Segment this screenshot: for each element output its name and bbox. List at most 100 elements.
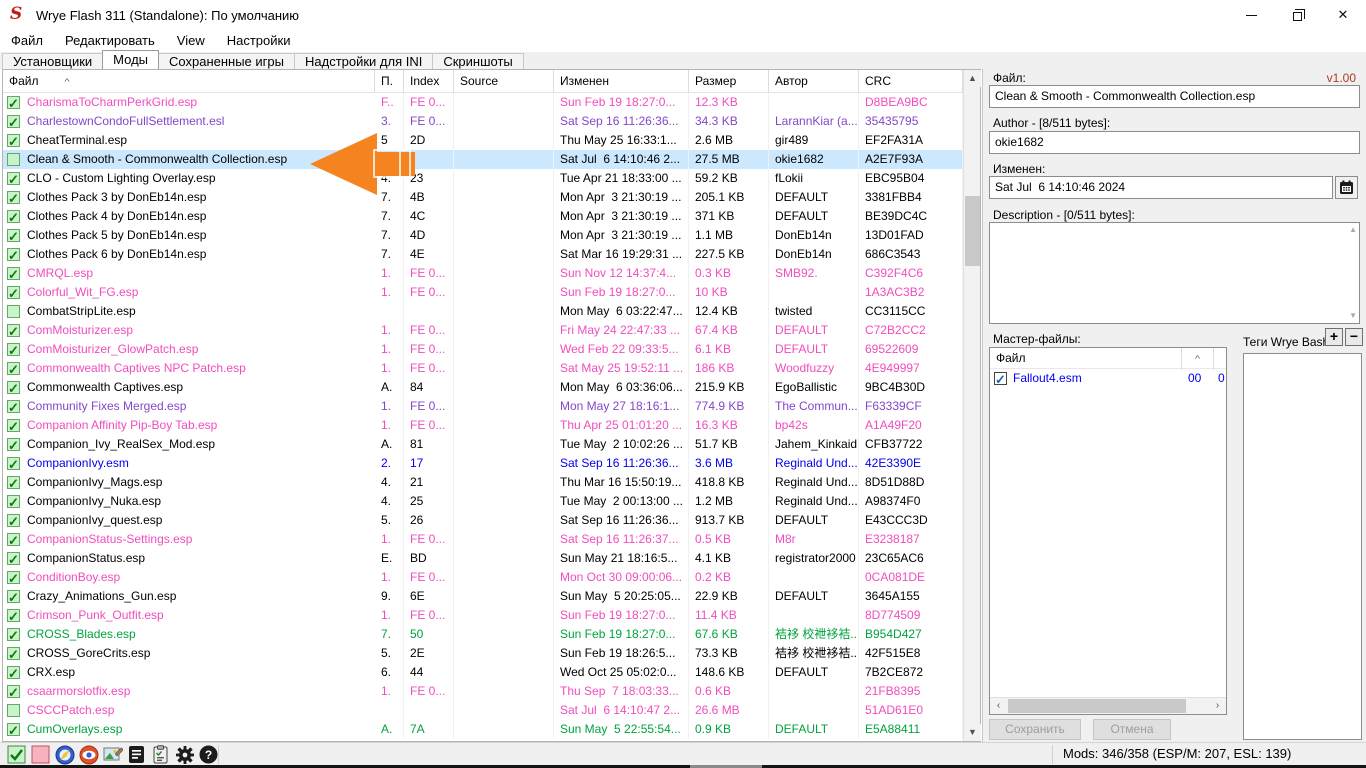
image-edit-icon[interactable] bbox=[102, 744, 123, 765]
mod-row[interactable]: csaarmorslotfix.esp1.FE 0...Thu Sep 7 18… bbox=[3, 682, 963, 701]
mod-checkbox-checked[interactable] bbox=[7, 476, 20, 489]
mod-checkbox-checked[interactable] bbox=[7, 229, 20, 242]
cancel-button[interactable]: Отмена bbox=[1093, 719, 1171, 740]
mod-row[interactable]: Community Fixes Merged.esp1.FE 0...Mon M… bbox=[3, 397, 963, 416]
mod-checkbox-unchecked[interactable] bbox=[7, 704, 20, 717]
tab[interactable]: Моды bbox=[102, 50, 159, 69]
desc-scroll-up-icon[interactable]: ▲ bbox=[1349, 226, 1357, 234]
mod-checkbox-checked[interactable] bbox=[7, 533, 20, 546]
mod-row[interactable]: Crazy_Animations_Gun.esp9.6ESun May 5 20… bbox=[3, 587, 963, 606]
mod-row[interactable]: Clothes Pack 4 by DonEb14n.esp7.4CMon Ap… bbox=[3, 207, 963, 226]
mod-row[interactable]: CRX.esp6.44Wed Oct 25 05:02:0...148.6 KB… bbox=[3, 663, 963, 682]
column-header[interactable]: Файл^ bbox=[3, 70, 375, 92]
scroll-left-arrow[interactable]: ‹ bbox=[990, 698, 1007, 714]
clipboard-icon[interactable] bbox=[150, 744, 171, 765]
mod-row[interactable]: CROSS_Blades.esp7.50Sun Feb 19 18:27:0..… bbox=[3, 625, 963, 644]
mod-row[interactable]: CheatTerminal.esp52DThu May 25 16:33:1..… bbox=[3, 131, 963, 150]
master-checkbox[interactable] bbox=[994, 372, 1007, 385]
mod-checkbox-checked[interactable] bbox=[7, 647, 20, 660]
mod-checkbox-checked[interactable] bbox=[7, 210, 20, 223]
mod-checkbox-checked[interactable] bbox=[7, 723, 20, 736]
help-icon[interactable]: ? bbox=[198, 744, 219, 765]
mod-checkbox-checked[interactable] bbox=[7, 666, 20, 679]
column-header[interactable]: П. bbox=[375, 70, 404, 92]
mod-row[interactable]: ConditionBoy.esp1.FE 0...Mon Oct 30 09:0… bbox=[3, 568, 963, 587]
mod-row[interactable]: CMRQL.esp1.FE 0...Sun Nov 12 14:37:4...0… bbox=[3, 264, 963, 283]
mod-checkbox-checked[interactable] bbox=[7, 400, 20, 413]
mod-checkbox-checked[interactable] bbox=[7, 343, 20, 356]
mod-checkbox-checked[interactable] bbox=[7, 419, 20, 432]
mod-row[interactable]: CompanionStatus.espE.BDSun May 21 18:16:… bbox=[3, 549, 963, 568]
mod-row[interactable]: Clothes Pack 5 by DonEb14n.esp7.4DMon Ap… bbox=[3, 226, 963, 245]
author-input[interactable]: okie1682 bbox=[989, 131, 1360, 154]
mod-row[interactable]: Companion Affinity Pip-Boy Tab.esp1.FE 0… bbox=[3, 416, 963, 435]
green-checkbox-icon[interactable] bbox=[6, 744, 27, 765]
mod-row[interactable]: Commonwealth Captives.espA.84Mon May 6 0… bbox=[3, 378, 963, 397]
add-tag-button[interactable]: + bbox=[1325, 328, 1343, 346]
mod-row[interactable]: CompanionStatus-Settings.esp1.FE 0...Sat… bbox=[3, 530, 963, 549]
column-header[interactable]: Index bbox=[404, 70, 454, 92]
mod-checkbox-checked[interactable] bbox=[7, 381, 20, 394]
mod-checkbox-checked[interactable] bbox=[7, 191, 20, 204]
mod-row[interactable]: Clothes Pack 3 by DonEb14n.esp7.4BMon Ap… bbox=[3, 188, 963, 207]
scroll-down-arrow[interactable]: ▼ bbox=[964, 724, 981, 741]
mod-row[interactable]: CumOverlays.espA.7ASun May 5 22:55:54...… bbox=[3, 720, 963, 739]
mod-row[interactable]: ComMoisturizer.esp1.FE 0...Fri May 24 22… bbox=[3, 321, 963, 340]
mod-row[interactable]: ComMoisturizer_GlowPatch.esp1.FE 0...Wed… bbox=[3, 340, 963, 359]
mod-row[interactable]: CompanionIvy_Mags.esp4.21Thu Mar 16 15:5… bbox=[3, 473, 963, 492]
mod-checkbox-checked[interactable] bbox=[7, 438, 20, 451]
menu-item[interactable]: View bbox=[166, 30, 216, 52]
mod-checkbox-checked[interactable] bbox=[7, 362, 20, 375]
mod-checkbox-checked[interactable] bbox=[7, 267, 20, 280]
mod-checkbox-checked[interactable] bbox=[7, 115, 20, 128]
column-header[interactable]: Размер bbox=[689, 70, 769, 92]
tab[interactable]: Скриншоты bbox=[432, 53, 523, 69]
mod-checkbox-unchecked[interactable] bbox=[7, 153, 20, 166]
mod-row[interactable]: CompanionIvy_Nuka.esp4.25Tue May 2 00:13… bbox=[3, 492, 963, 511]
mod-row[interactable]: Clean & Smooth - Commonwealth Collection… bbox=[3, 150, 963, 169]
mod-checkbox-checked[interactable] bbox=[7, 248, 20, 261]
mod-row[interactable]: Clothes Pack 6 by DonEb14n.esp7.4ESat Ma… bbox=[3, 245, 963, 264]
calendar-button[interactable] bbox=[1335, 176, 1358, 199]
mod-row[interactable]: Colorful_Wit_FG.esp1.FE 0...Sun Feb 19 1… bbox=[3, 283, 963, 302]
pink-square-icon[interactable] bbox=[30, 744, 51, 765]
mod-checkbox-checked[interactable] bbox=[7, 172, 20, 185]
mod-row[interactable]: CombatStripLite.espMon May 6 03:22:47...… bbox=[3, 302, 963, 321]
tab[interactable]: Установщики bbox=[2, 53, 103, 69]
menu-item[interactable]: Редактировать bbox=[54, 30, 166, 52]
eye-icon[interactable] bbox=[78, 744, 99, 765]
mod-checkbox-unchecked[interactable] bbox=[7, 305, 20, 318]
masters-scrollbar-thumb[interactable] bbox=[1008, 699, 1186, 713]
mod-checkbox-checked[interactable] bbox=[7, 324, 20, 337]
mod-row[interactable]: Commonwealth Captives NPC Patch.esp1.FE … bbox=[3, 359, 963, 378]
mod-checkbox-checked[interactable] bbox=[7, 552, 20, 565]
minimize-button[interactable] bbox=[1228, 0, 1274, 30]
file-name-input[interactable]: Clean & Smooth - Commonwealth Collection… bbox=[989, 85, 1360, 108]
desc-scroll-down-icon[interactable]: ▼ bbox=[1349, 312, 1357, 320]
tags-box[interactable] bbox=[1243, 353, 1362, 740]
menu-item[interactable]: Настройки bbox=[216, 30, 302, 52]
mod-checkbox-checked[interactable] bbox=[7, 514, 20, 527]
close-button[interactable]: ✕ bbox=[1320, 0, 1366, 30]
mod-row[interactable]: CharismaToCharmPerkGrid.espF..FE 0...Sun… bbox=[3, 93, 963, 112]
mod-checkbox-checked[interactable] bbox=[7, 96, 20, 109]
tab[interactable]: Надстройки для INI bbox=[294, 53, 433, 69]
column-header[interactable]: CRC bbox=[859, 70, 963, 92]
mod-row[interactable]: CLO - Custom Lighting Overlay.esp4.23Tue… bbox=[3, 169, 963, 188]
column-header[interactable]: Изменен bbox=[554, 70, 689, 92]
scrollbar-thumb[interactable] bbox=[965, 196, 980, 266]
mod-checkbox-checked[interactable] bbox=[7, 628, 20, 641]
column-header[interactable]: Source bbox=[454, 70, 554, 92]
mod-checkbox-checked[interactable] bbox=[7, 495, 20, 508]
tab[interactable]: Сохраненные игры bbox=[158, 53, 295, 69]
mod-checkbox-checked[interactable] bbox=[7, 685, 20, 698]
vertical-scrollbar[interactable]: ▲ ▼ bbox=[963, 70, 980, 741]
masters-horizontal-scrollbar[interactable]: ‹ › bbox=[990, 697, 1226, 714]
scroll-up-arrow[interactable]: ▲ bbox=[964, 70, 981, 87]
gear-icon[interactable] bbox=[174, 744, 195, 765]
mod-checkbox-checked[interactable] bbox=[7, 134, 20, 147]
mod-checkbox-checked[interactable] bbox=[7, 590, 20, 603]
modified-date-input[interactable]: Sat Jul 6 14:10:46 2024 bbox=[989, 176, 1333, 199]
master-row[interactable]: Fallout4.esm000 bbox=[990, 369, 1226, 388]
mod-row[interactable]: CompanionIvy.esm2.17Sat Sep 16 11:26:36.… bbox=[3, 454, 963, 473]
